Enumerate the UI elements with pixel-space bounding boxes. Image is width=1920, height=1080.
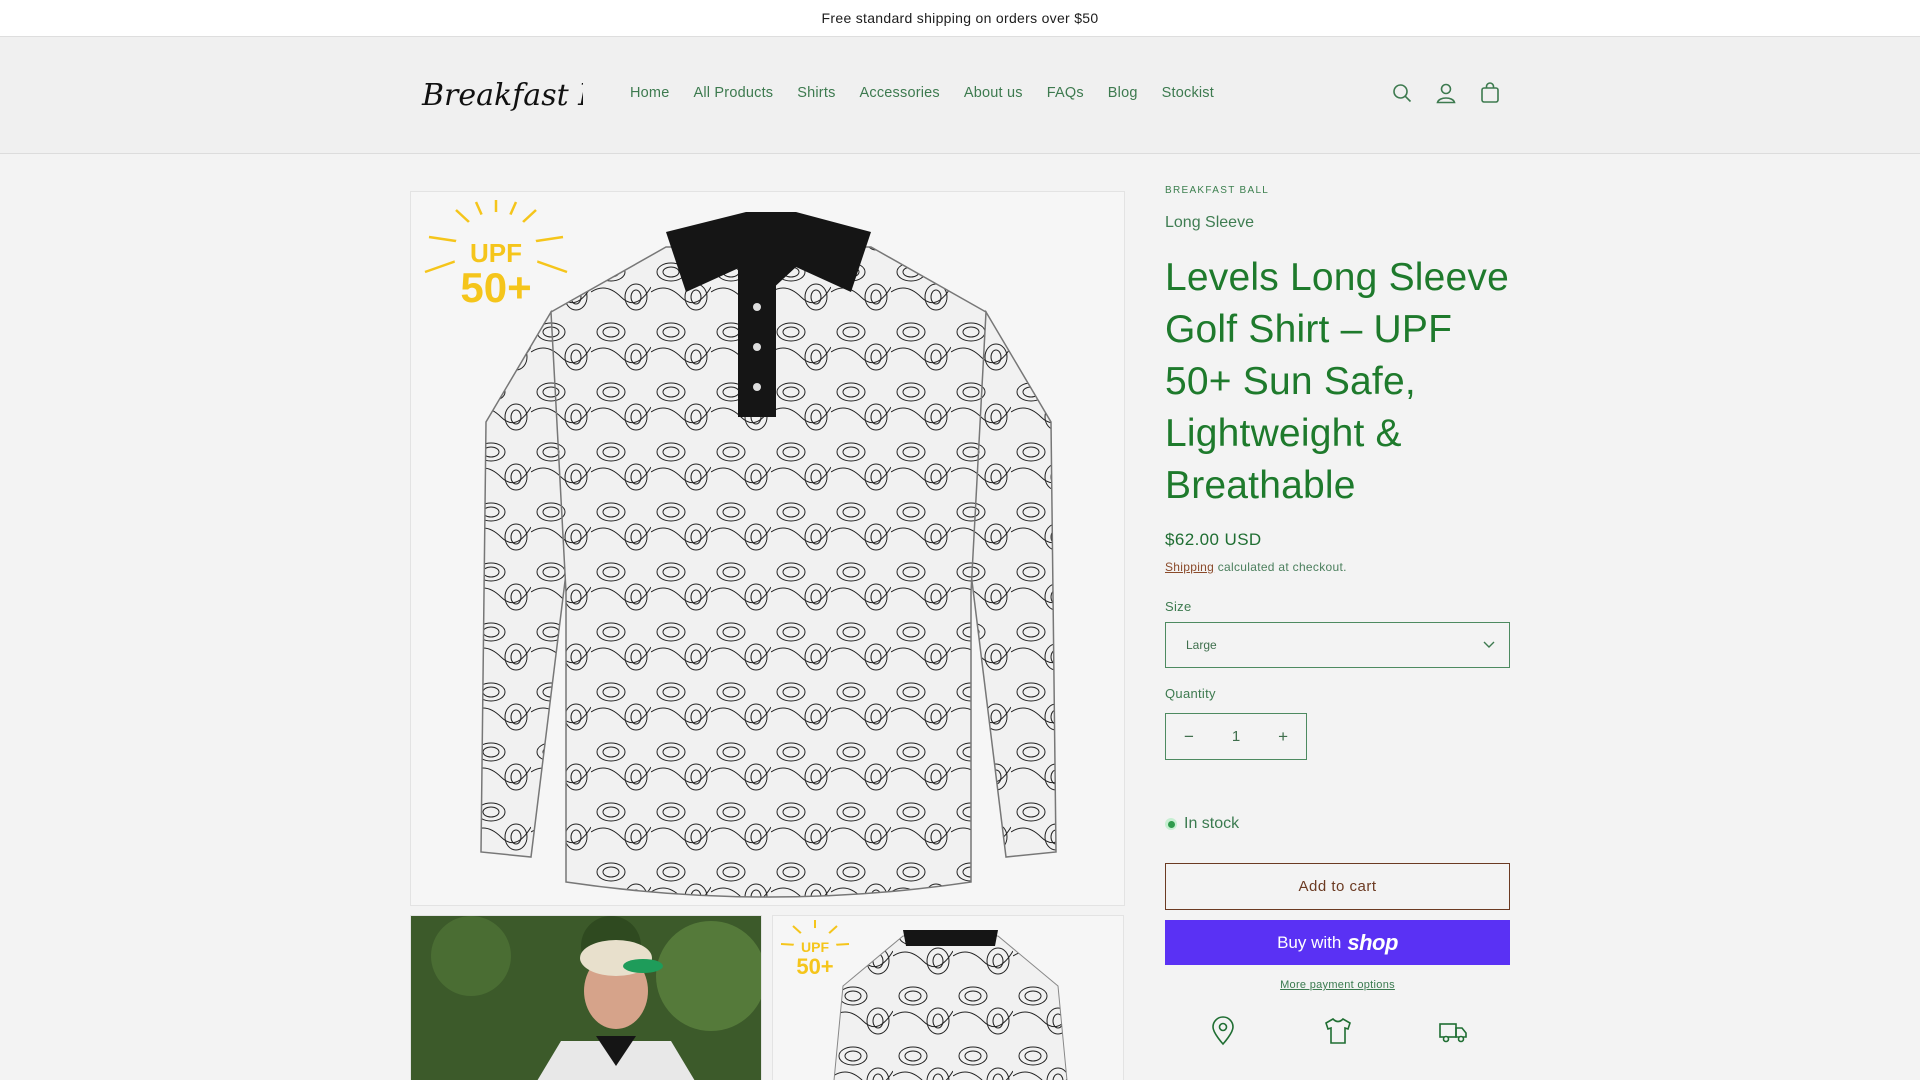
search-icon[interactable] [1390,81,1414,105]
product-main-image[interactable]: UPF 50+ [410,191,1125,906]
product-title: Levels Long Sleeve Golf Shirt – UPF 50+ … [1165,256,1510,507]
delivery-truck-icon [1437,1015,1469,1047]
account-icon[interactable] [1434,81,1458,105]
nav-home[interactable]: Home [630,85,669,101]
stock-dot-icon [1165,818,1177,830]
tshirt-icon [1322,1015,1354,1047]
nav-accessories[interactable]: Accessories [860,85,940,101]
quantity-decrement-button[interactable]: − [1184,727,1194,747]
feature-icons [1165,1015,1510,1047]
site-header: Breakfast Ball Home All Products Shirts … [0,37,1920,154]
stock-text: In stock [1184,815,1240,832]
quantity-stepper: − 1 + [1165,713,1307,760]
chevron-down-icon [1483,638,1495,652]
lifestyle-photo [411,916,761,1080]
main-nav: Home All Products Shirts Accessories Abo… [630,85,1238,101]
shipping-note: Shipping calculated at checkout. [1165,560,1510,574]
shirt-illustration: UPF 50+ [424,200,1057,898]
size-label: Size [1165,599,1192,614]
nav-about-us[interactable]: About us [964,85,1023,101]
shipping-link[interactable]: Shipping [1165,560,1214,574]
product-info: BREAKFAST BALL Long Sleeve Levels Long S… [1165,185,1510,1047]
shop-pay-logo: shop [1347,929,1398,955]
nav-blog[interactable]: Blog [1108,85,1138,101]
svg-text:UPF: UPF [801,939,829,955]
announcement-text: Free standard shipping on orders over $5… [821,10,1099,26]
nav-shirts[interactable]: Shirts [797,85,835,101]
nav-stockist[interactable]: Stockist [1162,85,1214,101]
logo[interactable]: Breakfast Ball [418,69,637,121]
product-thumbnail-lifestyle[interactable] [410,915,762,1080]
buy-with-shop-button[interactable]: Buy with shop [1165,920,1510,965]
size-select[interactable]: Large [1165,622,1510,668]
location-pin-icon [1207,1015,1239,1047]
quantity-increment-button[interactable]: + [1278,727,1288,747]
add-to-cart-button[interactable]: Add to cart [1165,863,1510,910]
product-thumbnail-back[interactable]: UPF 50+ [772,915,1124,1080]
stock-status: In stock [1165,815,1510,833]
quantity-label: Quantity [1165,686,1216,701]
svg-text:50+: 50+ [796,954,833,979]
upf-badge: UPF 50+ [424,200,568,311]
logo-wordmark: Breakfast Ball [421,78,637,113]
shirt-back-photo: UPF 50+ [773,916,1123,1080]
header-actions [1390,81,1502,105]
size-selected-value: Large [1186,638,1217,652]
quantity-input[interactable]: 1 [1232,728,1240,745]
cart-icon[interactable] [1478,81,1502,105]
announcement-bar: Free standard shipping on orders over $5… [0,0,1920,37]
product-vendor: BREAKFAST BALL [1165,185,1270,196]
buy-with-label: Buy with [1277,932,1342,952]
shipping-note-text: calculated at checkout. [1214,560,1347,574]
product-subtitle: Long Sleeve [1165,214,1254,231]
logo-text: Breakfast Ball [421,78,583,113]
product-price: $62.00 USD [1165,530,1262,549]
svg-text:50+: 50+ [460,264,531,311]
more-payment-options-link[interactable]: More payment options [1165,979,1510,991]
nav-all-products[interactable]: All Products [693,85,773,101]
nav-faqs[interactable]: FAQs [1047,85,1084,101]
